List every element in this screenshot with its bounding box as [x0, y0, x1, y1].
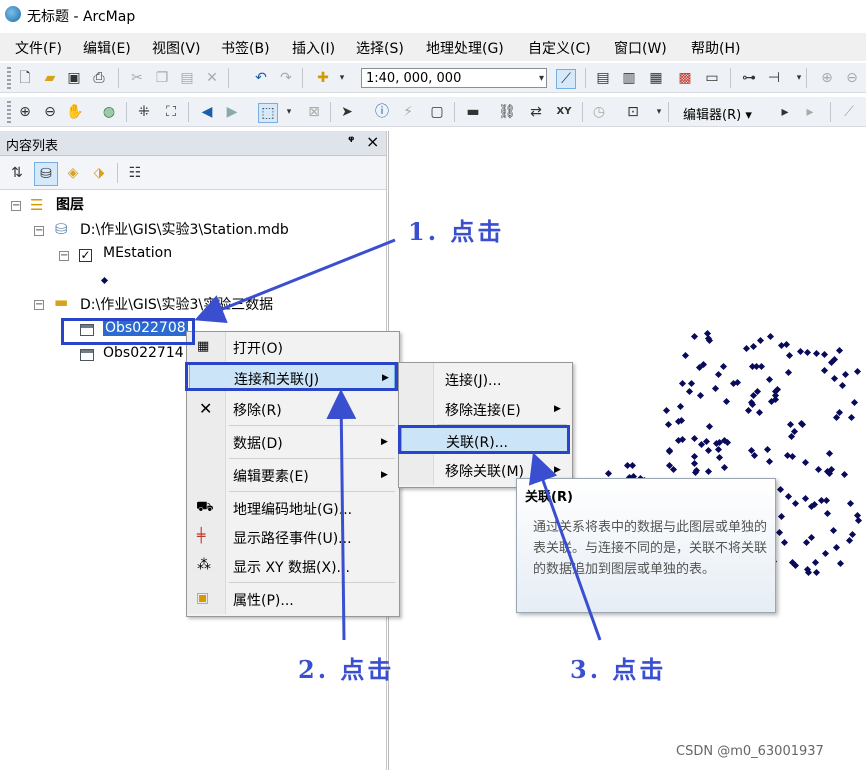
arrow-step3: [528, 452, 602, 641]
arrow-step1: [194, 238, 396, 324]
watermark: CSDN @m0_63001937: [676, 744, 824, 759]
annotation-step2: 2. 点击: [298, 655, 395, 684]
arrow-step2: [326, 389, 357, 641]
annotation-arrows: [194, 238, 602, 641]
annotation-step3: 3. 点击: [570, 655, 667, 684]
annotation-step1: 1. 点击: [408, 217, 505, 246]
